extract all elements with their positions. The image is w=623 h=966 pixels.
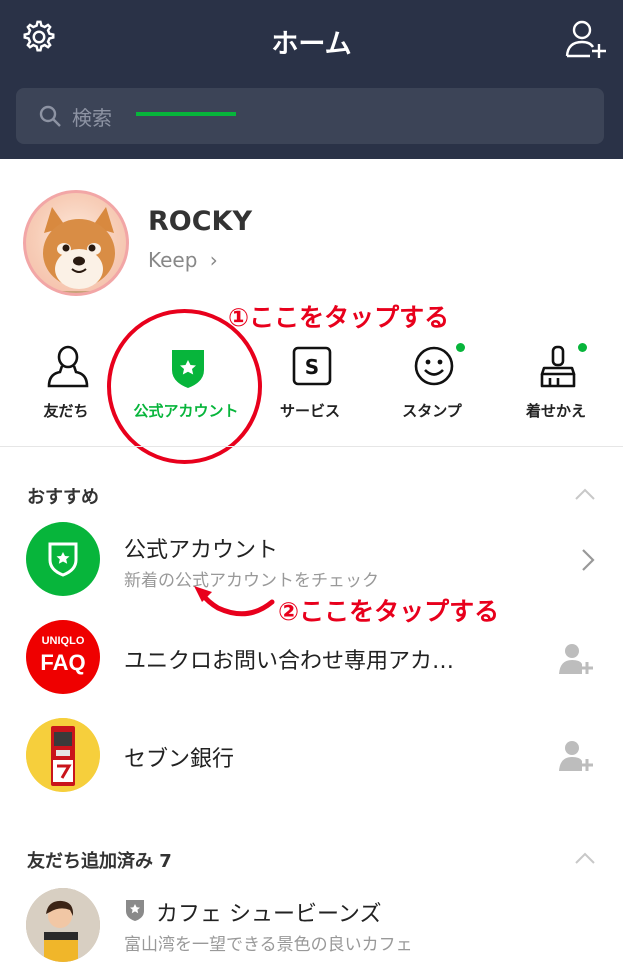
chevron-up-icon[interactable] <box>574 851 596 865</box>
annotation-step-1: ①ここをタップする <box>228 303 450 332</box>
search-input[interactable]: 検索 <box>72 102 112 131</box>
uniqlo-logo-bottom: FAQ <box>40 650 86 675</box>
chevron-right-icon[interactable] <box>580 548 596 572</box>
atm-icon <box>26 718 100 792</box>
tab-stickers[interactable]: スタンプ <box>370 330 494 446</box>
dog-photo <box>43 207 115 293</box>
annotation-arrow <box>194 586 275 617</box>
profile-avatar[interactable] <box>23 190 129 296</box>
shield-star-icon <box>48 542 78 577</box>
official-badge-icon <box>126 900 144 921</box>
brush-icon <box>540 345 576 388</box>
list-item-subtitle: 富山湾を一望できる景色の良いカフェ <box>124 935 413 955</box>
profile-name[interactable]: ROCKY <box>148 206 252 237</box>
list-item-title[interactable]: 公式アカウント <box>124 532 278 564</box>
person-icon <box>47 345 89 388</box>
smiley-icon <box>414 346 454 386</box>
keep-link[interactable]: Keep › <box>148 248 218 272</box>
section-title-friends-added: 友だち追加済み 7 <box>27 851 172 872</box>
list-item-title[interactable]: ユニクロお問い合わせ専用アカ… <box>124 643 454 675</box>
top-bar: ホーム 検索 <box>0 0 623 159</box>
tab-services[interactable]: S サービス <box>248 330 372 446</box>
chevron-right-icon: › <box>209 248 218 272</box>
annotation-step-2: ②ここをタップする <box>278 597 500 626</box>
official-account-avatar[interactable] <box>26 522 100 596</box>
new-badge-dot <box>578 343 587 352</box>
tab-label: 着せかえ <box>525 402 586 420</box>
uniqlo-logo-top: UNIQLO <box>41 635 85 647</box>
keep-label: Keep <box>148 248 198 272</box>
person-photo <box>26 888 100 962</box>
divider <box>0 446 623 447</box>
chevron-up-icon[interactable] <box>574 487 596 501</box>
section-title-recommended: おすすめ <box>27 487 99 508</box>
uniqlo-avatar[interactable]: UNIQLO FAQ <box>26 620 100 694</box>
tab-label: スタンプ <box>402 402 462 420</box>
service-s-icon: S <box>292 346 332 386</box>
add-friend-icon[interactable] <box>564 18 608 60</box>
list-item-title[interactable]: カフェ シュービーンズ <box>156 896 381 928</box>
new-badge-dot <box>456 343 465 352</box>
tab-label: サービス <box>279 402 340 420</box>
search-icon <box>39 105 61 127</box>
search-bar[interactable]: 検索 <box>16 88 604 144</box>
page-title: ホーム <box>271 29 352 60</box>
active-tab-indicator <box>136 112 236 116</box>
service-tabs: 友だち 公式アカウント S サービス スタンプ 着せかえ <box>0 330 623 446</box>
list-item-title[interactable]: セブン銀行 <box>124 741 234 773</box>
add-friend-icon[interactable] <box>558 739 594 773</box>
tab-themes[interactable]: 着せかえ <box>494 330 618 446</box>
annotation-circle <box>107 309 262 464</box>
add-friend-icon[interactable] <box>558 642 594 676</box>
cafe-avatar[interactable] <box>26 888 100 962</box>
seven-bank-avatar[interactable] <box>26 718 100 792</box>
svg-text:S: S <box>305 355 319 379</box>
